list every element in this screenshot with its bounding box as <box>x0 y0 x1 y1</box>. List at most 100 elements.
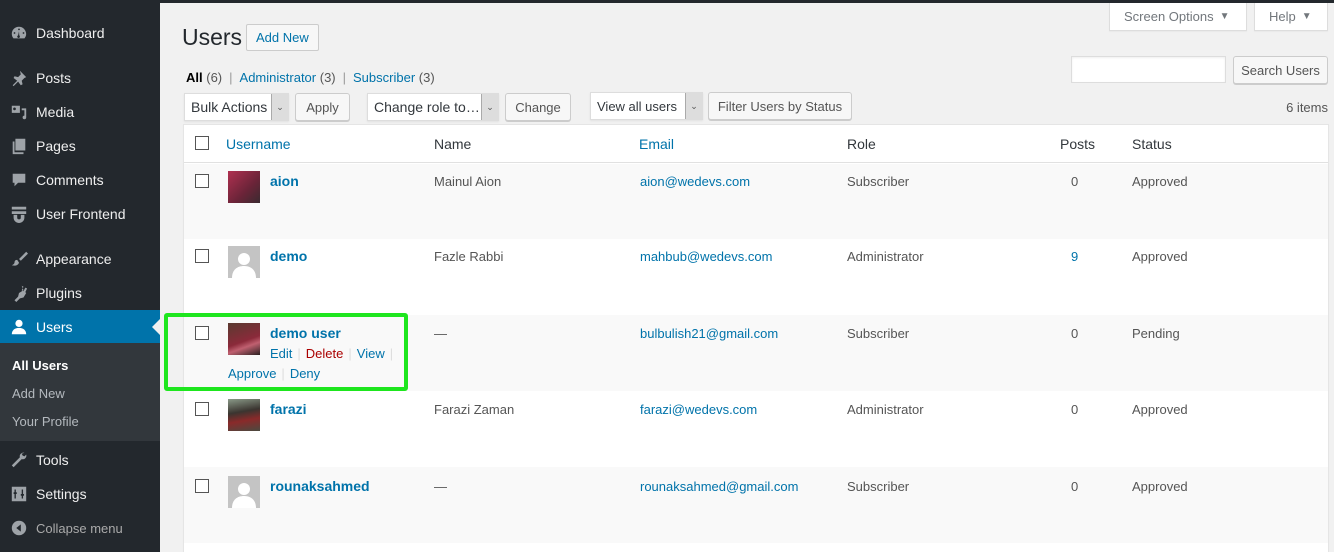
table-row: farazi Farazi Zaman farazi@wedevs.com Ad… <box>184 391 1328 467</box>
user-role-filters: All (6) | Administrator (3) | Subscriber… <box>186 70 435 85</box>
sidebar-item-label: Settings <box>36 486 87 502</box>
sidebar-item-label: Comments <box>36 172 104 188</box>
select-all-checkbox[interactable] <box>195 136 209 150</box>
user-status: Approved <box>1132 402 1188 417</box>
caret-down-icon: ▼ <box>1219 11 1230 22</box>
chevron-down-icon: ⌄ <box>481 94 498 120</box>
avatar <box>228 323 260 355</box>
view-users-select[interactable]: View all users ⌄ <box>590 92 703 120</box>
table-header: Username Name Email Role Posts Status <box>184 125 1328 163</box>
view-subscriber[interactable]: Subscriber (3) <box>353 70 435 85</box>
view-administrator[interactable]: Administrator (3) <box>240 70 336 85</box>
approve-link[interactable]: Approve <box>228 366 276 381</box>
edit-link[interactable]: Edit <box>270 346 292 361</box>
user-status: Approved <box>1132 249 1188 264</box>
sidebar-item-settings[interactable]: Settings <box>0 477 160 511</box>
apply-button[interactable]: Apply <box>295 93 350 121</box>
user-role: Subscriber <box>847 326 910 341</box>
user-email[interactable]: mahbub@wedevs.com <box>640 249 772 264</box>
sidebar-item-label: Collapse menu <box>36 520 123 536</box>
pages-icon <box>0 137 36 155</box>
user-email[interactable]: rounaksahmed@gmail.com <box>640 479 798 494</box>
user-name: Farazi Zaman <box>434 402 515 417</box>
collapse-menu-button[interactable]: Collapse menu <box>0 511 160 545</box>
add-new-button[interactable]: Add New <box>246 24 319 51</box>
table-row: aion Mainul Aion aion@wedevs.com Subscri… <box>184 164 1328 239</box>
table-row: demo user Edit | Delete | View | Approve… <box>184 315 1328 391</box>
avatar <box>228 171 260 203</box>
filter-status-button[interactable]: Filter Users by Status <box>708 92 852 120</box>
sidebar-item-plugins[interactable]: Plugins <box>0 276 160 310</box>
delete-link[interactable]: Delete <box>306 346 344 361</box>
column-email[interactable]: Email <box>639 136 674 152</box>
user-name: — <box>434 326 447 341</box>
column-role: Role <box>847 136 876 152</box>
wrench-icon <box>0 451 36 469</box>
sidebar-item-user-frontend[interactable]: User Frontend <box>0 197 160 231</box>
submenu-add-new[interactable]: Add New <box>12 386 65 401</box>
avatar <box>228 246 260 278</box>
sidebar-item-label: User Frontend <box>36 206 126 222</box>
sidebar-item-label: Media <box>36 104 75 120</box>
bulk-actions-select[interactable]: Bulk Actions ⌄ <box>184 93 289 121</box>
screen-options-button[interactable]: Screen Options ▼ <box>1109 3 1247 31</box>
sidebar-item-label: Dashboard <box>36 25 105 41</box>
sidebar-item-media[interactable]: Media <box>0 95 160 129</box>
user-role: Administrator <box>847 249 924 264</box>
sidebar-item-users[interactable]: Users <box>0 310 160 344</box>
username-link[interactable]: farazi <box>270 401 307 417</box>
user-email[interactable]: farazi@wedevs.com <box>640 402 757 417</box>
sidebar-item-label: Posts <box>36 70 72 86</box>
user-name: Fazle Rabbi <box>434 249 504 264</box>
user-role: Subscriber <box>847 479 910 494</box>
user-posts: 0 <box>1071 479 1079 494</box>
sidebar-item-posts[interactable]: Posts <box>0 61 160 95</box>
search-input[interactable] <box>1071 56 1226 83</box>
row-checkbox[interactable] <box>195 249 209 263</box>
table-row: demo Fazle Rabbi mahbub@wedevs.com Admin… <box>184 239 1328 315</box>
row-actions: Edit | Delete | View | <box>270 346 394 361</box>
change-role-select[interactable]: Change role to… ⌄ <box>367 93 499 121</box>
user-icon <box>0 318 36 336</box>
user-posts-link[interactable]: 9 <box>1071 249 1078 264</box>
view-link[interactable]: View <box>357 346 385 361</box>
user-status: Approved <box>1132 479 1188 494</box>
username-link[interactable]: demo <box>270 248 307 264</box>
username-link[interactable]: aion <box>270 173 299 189</box>
sidebar-item-label: Appearance <box>36 251 112 267</box>
user-frontend-icon <box>0 205 36 223</box>
column-username[interactable]: Username <box>226 136 291 152</box>
help-button[interactable]: Help ▼ <box>1254 3 1328 31</box>
user-email[interactable]: bulbulish21@gmail.com <box>640 326 778 341</box>
row-checkbox[interactable] <box>195 479 209 493</box>
deny-link[interactable]: Deny <box>290 366 320 381</box>
row-checkbox[interactable] <box>195 402 209 416</box>
user-email[interactable]: aion@wedevs.com <box>640 174 750 189</box>
change-button[interactable]: Change <box>505 93 571 121</box>
sidebar-item-pages[interactable]: Pages <box>0 129 160 163</box>
page-title: Users <box>182 24 243 50</box>
paintbrush-icon <box>0 250 36 268</box>
media-icon <box>0 103 36 121</box>
search-users-button[interactable]: Search Users <box>1233 56 1328 84</box>
user-role: Administrator <box>847 402 924 417</box>
user-role: Subscriber <box>847 174 910 189</box>
username-link[interactable]: rounaksahmed <box>270 478 370 494</box>
user-status: Approved <box>1132 174 1188 189</box>
username-link[interactable]: demo user <box>270 325 341 341</box>
sidebar-item-tools[interactable]: Tools <box>0 443 160 477</box>
sidebar-item-dashboard[interactable]: Dashboard <box>0 16 160 50</box>
user-status: Pending <box>1132 326 1180 341</box>
row-checkbox[interactable] <box>195 174 209 188</box>
sidebar-item-label: Users <box>36 319 73 335</box>
avatar <box>228 476 260 508</box>
column-name: Name <box>434 136 472 152</box>
row-checkbox[interactable] <box>195 326 209 340</box>
view-all[interactable]: All (6) <box>186 70 222 85</box>
sidebar-item-comments[interactable]: Comments <box>0 163 160 197</box>
submenu-all-users[interactable]: All Users <box>12 358 68 373</box>
dashboard-icon <box>0 24 36 42</box>
submenu-your-profile[interactable]: Your Profile <box>12 414 79 429</box>
users-submenu: All Users Add New Your Profile <box>0 343 160 441</box>
sidebar-item-appearance[interactable]: Appearance <box>0 242 160 276</box>
